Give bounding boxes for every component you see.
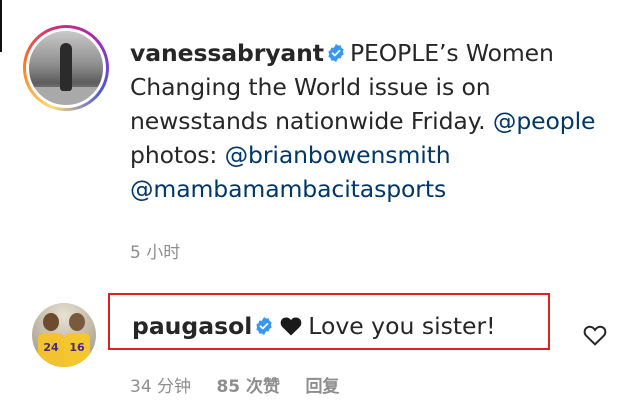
avatar-head-shape <box>69 313 85 331</box>
comment-meta: 34 分钟 85 次赞 回复 <box>130 372 359 397</box>
heart-outline-icon[interactable] <box>583 324 607 346</box>
avatar-head-shape <box>43 313 59 331</box>
comment: paugasol Love you sister! <box>132 309 496 343</box>
window-edge-divider <box>0 0 2 52</box>
verified-badge-icon <box>328 44 344 62</box>
comment-like-count[interactable]: 85 次赞 <box>216 377 280 397</box>
black-heart-icon <box>280 317 302 336</box>
caption-photos-label: photos: <box>130 141 218 169</box>
jersey-number: 16 <box>69 341 85 354</box>
caption: vanessabryant PEOPLE’s Women Changing the… <box>130 36 620 206</box>
reply-button[interactable]: 回复 <box>305 377 339 397</box>
mention-mambamambacitasports[interactable]: @mambamambacitasports <box>130 175 446 203</box>
verified-badge-icon <box>256 317 272 335</box>
avatar-paugasol[interactable]: 24 16 <box>32 303 96 367</box>
mention-people[interactable]: @people <box>493 107 596 135</box>
comment-body: Love you sister! <box>308 312 496 340</box>
mention-brianbowensmith[interactable]: @brianbowensmith <box>225 141 451 169</box>
jersey-number: 24 <box>43 341 59 354</box>
avatar-jersey-shape: 16 <box>64 333 90 367</box>
comment-timestamp[interactable]: 34 分钟 <box>130 377 191 397</box>
avatar-figure-shape <box>60 43 72 91</box>
comment-username[interactable]: paugasol <box>132 312 252 340</box>
caption-username[interactable]: vanessabryant <box>130 39 324 67</box>
caption-timestamp[interactable]: 5 小时 <box>130 238 180 263</box>
avatar-vanessabryant[interactable] <box>26 28 106 108</box>
avatar-jersey-shape: 24 <box>38 333 64 367</box>
